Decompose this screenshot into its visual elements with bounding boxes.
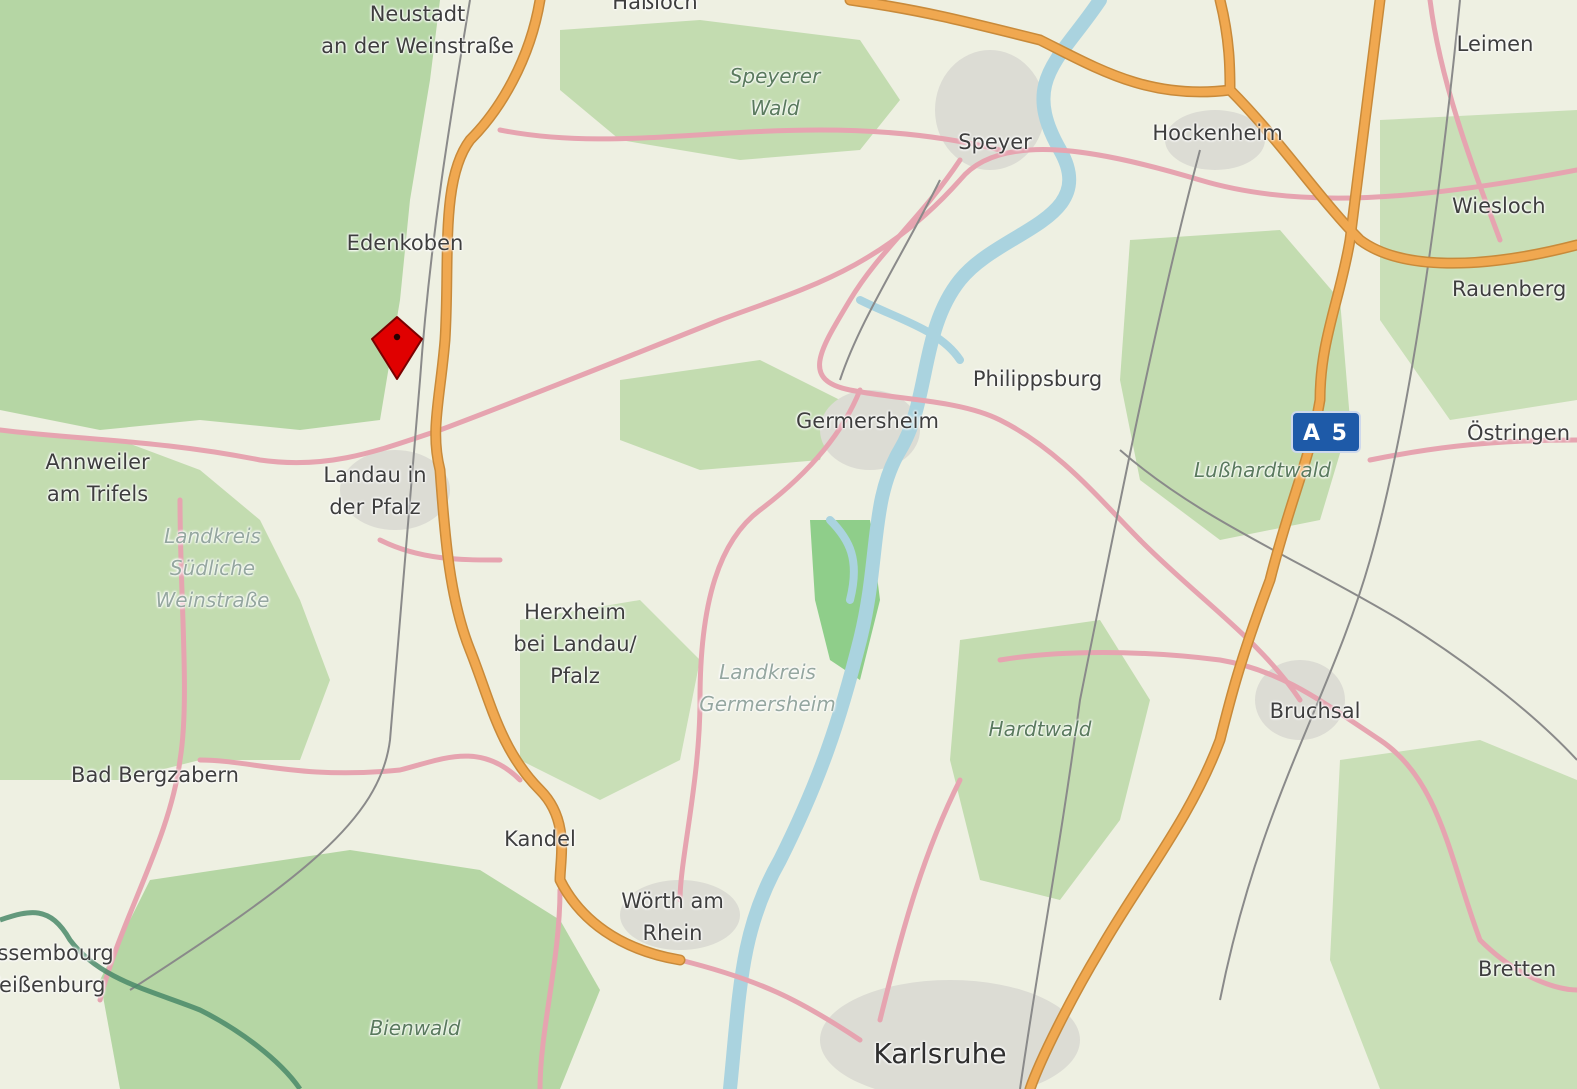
label-hardtwald: Hardtwald <box>988 717 1092 741</box>
label-rauenberg: Rauenberg <box>1452 277 1567 301</box>
label-karlsruhe: Karlsruhe <box>873 1037 1007 1070</box>
label-germersheim: Germersheim <box>796 409 939 433</box>
label-philippsburg: Philippsburg <box>972 367 1103 391</box>
label-leimen: Leimen <box>1456 32 1534 56</box>
label-landkreis-germersheim: Landkreis Germersheim <box>699 660 836 716</box>
label-annweiler: Annweiler am Trifels <box>45 450 150 506</box>
label-woerth-am-rhein: Wörth am Rhein <box>621 889 724 945</box>
label-edenkoben: Edenkoben <box>346 231 464 255</box>
motorway-shield-a5: A 5 <box>1291 411 1361 453</box>
label-bruchsal: Bruchsal <box>1269 699 1361 723</box>
label-herxheim: Herxheim bei Landau/ Pfalz <box>513 600 637 688</box>
label-hassloch: Haßloch <box>612 0 698 14</box>
label-speyer: Speyer <box>958 130 1032 154</box>
label-speyerer-wald: Speyerer Wald <box>729 64 821 120</box>
label-lusshardtwald: Lußhardtwald <box>1194 458 1331 482</box>
label-hockenheim: Hockenheim <box>1152 121 1283 145</box>
label-wiesloch: Wiesloch <box>1452 194 1546 218</box>
label-bretten: Bretten <box>1478 957 1557 981</box>
map-pin-icon[interactable] <box>368 315 426 381</box>
label-ostringen: Östringen <box>1467 421 1571 445</box>
label-bienwald: Bienwald <box>369 1016 461 1040</box>
map-view[interactable]: Neustadt an der Weinstraße Haßloch Leime… <box>0 0 1577 1089</box>
label-wissembourg: Wissembourg Weißenburg <box>0 941 114 997</box>
label-neustadt: Neustadt an der Weinstraße <box>321 2 514 58</box>
label-kandel: Kandel <box>504 827 576 851</box>
label-landau: Landau in der Pfalz <box>323 463 427 519</box>
label-landkreis-suedliche-weinstrasse: Landkreis Südliche Weinstraße <box>155 524 270 612</box>
label-bad-bergzabern: Bad Bergzabern <box>71 763 239 787</box>
